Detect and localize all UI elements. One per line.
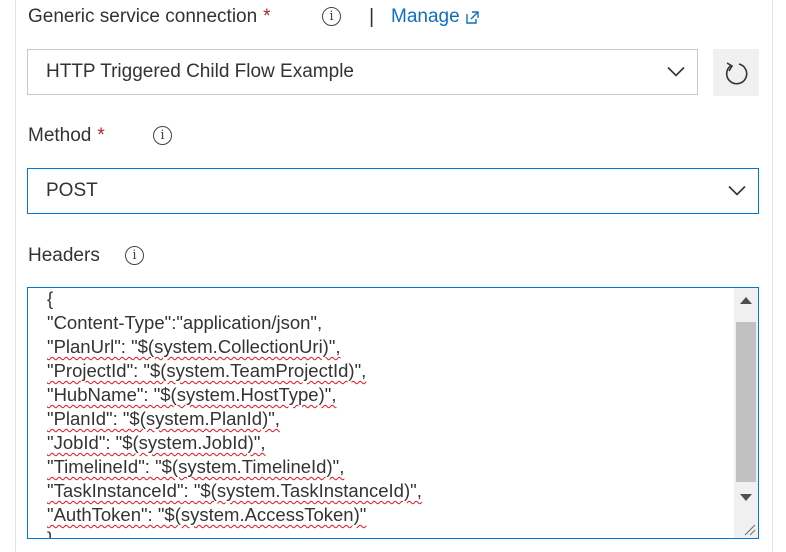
code-line: "PlanId": "$(system.PlanId)", <box>47 408 280 429</box>
code-line: "AuthToken": "$(system.AccessToken)" <box>47 504 367 525</box>
method-dropdown[interactable]: POST <box>27 168 759 214</box>
code-line: "JobId": "$(system.JobId)", <box>47 432 266 453</box>
method-label-row: Method * <box>28 125 105 147</box>
panel-right-border <box>772 0 773 552</box>
required-indicator: * <box>97 125 105 146</box>
headers-code: { "Content-Type":"application/json", "Plan… <box>47 288 422 539</box>
required-indicator: * <box>263 6 271 27</box>
code-line: "TimelineId": "$(system.TimelineId)", <box>47 456 345 477</box>
manage-link[interactable]: Manage <box>391 6 479 28</box>
chevron-down-icon <box>667 66 685 77</box>
panel-left-border <box>15 0 16 552</box>
code-line: "HubName": "$(system.HostType)", <box>47 384 337 405</box>
headers-label-row: Headers <box>28 245 100 267</box>
method-value: POST <box>46 180 98 201</box>
service-connection-value: HTTP Triggered Child Flow Example <box>46 61 354 82</box>
info-icon[interactable]: i <box>322 7 341 26</box>
external-link-icon <box>465 10 479 24</box>
service-connection-label-row: Generic service connection * <box>28 6 271 28</box>
headers-label: Headers <box>28 245 100 266</box>
vertical-scrollbar[interactable] <box>734 288 758 538</box>
method-label: Method <box>28 125 92 146</box>
code-line: "TaskInstanceId": "$(system.TaskInstance… <box>47 480 422 501</box>
scroll-up-arrow-icon[interactable] <box>740 297 752 304</box>
separator: | <box>369 6 375 28</box>
info-icon[interactable]: i <box>153 126 172 145</box>
scrollbar-thumb[interactable] <box>736 322 756 482</box>
chevron-down-icon <box>728 185 746 196</box>
code-line: "PlanUrl": "$(system.CollectionUri)", <box>47 336 341 357</box>
manage-label: Manage <box>391 6 460 27</box>
code-line: "Content-Type":"application/json", <box>47 312 323 333</box>
code-line: "ProjectId": "$(system.TeamProjectId)", <box>47 360 367 381</box>
service-connection-dropdown[interactable]: HTTP Triggered Child Flow Example <box>27 49 698 95</box>
code-line: { <box>47 288 54 309</box>
resize-grip-icon[interactable] <box>742 522 756 536</box>
refresh-button[interactable] <box>713 49 759 96</box>
service-connection-label: Generic service connection <box>28 6 258 27</box>
headers-textarea[interactable]: { "Content-Type":"application/json", "Plan… <box>27 287 759 539</box>
refresh-icon <box>725 61 748 85</box>
code-line: } <box>47 528 54 539</box>
info-icon[interactable]: i <box>125 246 144 265</box>
scroll-down-arrow-icon[interactable] <box>740 494 752 501</box>
